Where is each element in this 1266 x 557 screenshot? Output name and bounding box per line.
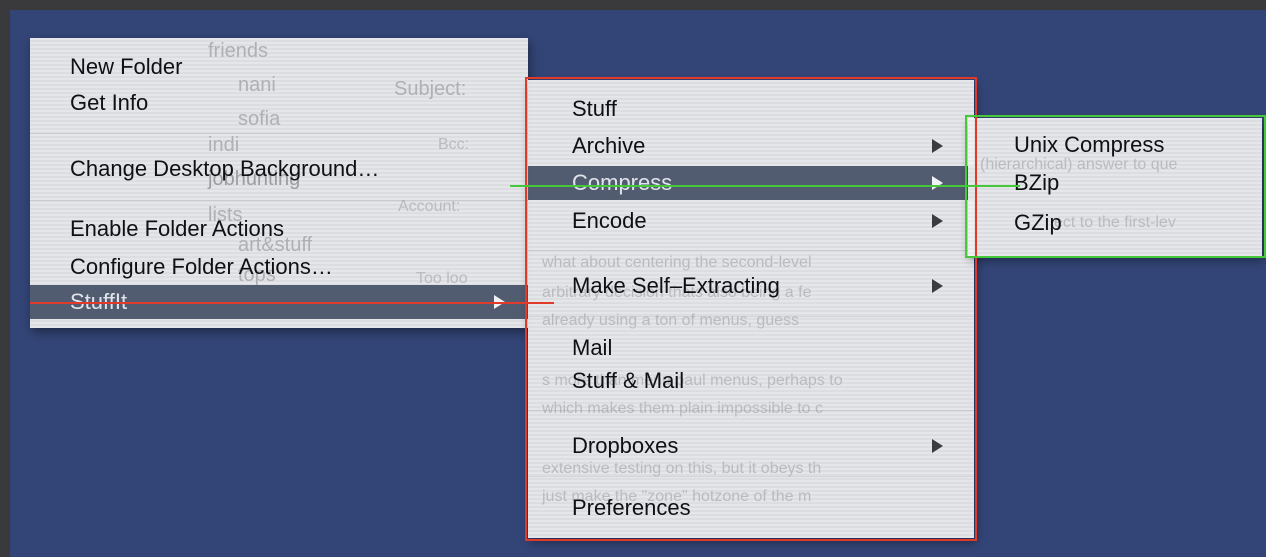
menu-item-enable-folder-actions[interactable]: Enable Folder Actions: [30, 212, 528, 246]
menu-item-new-folder[interactable]: New Folder: [30, 50, 528, 84]
submenu-red-outline: [525, 77, 977, 541]
menu-item-label: New Folder: [70, 54, 183, 79]
menu-item-label: Get Info: [70, 90, 149, 115]
menu-item-label: Configure Folder Actions…: [70, 254, 333, 279]
red-guide-line: [30, 302, 554, 304]
menu-item-configure-folder-actions[interactable]: Configure Folder Actions…: [30, 250, 528, 284]
green-guide-line: [510, 185, 1020, 187]
menu-item-change-desktop-background[interactable]: Change Desktop Background…: [30, 152, 528, 186]
menu-separator: [30, 200, 528, 201]
menu-separator: [30, 133, 528, 134]
menu-item-label: Enable Folder Actions: [70, 216, 285, 241]
menu-item-get-info[interactable]: Get Info: [30, 86, 528, 120]
context-menu: friends nani sofia indi jobhunting lists…: [30, 38, 528, 328]
menu-item-label: Change Desktop Background…: [70, 156, 380, 181]
